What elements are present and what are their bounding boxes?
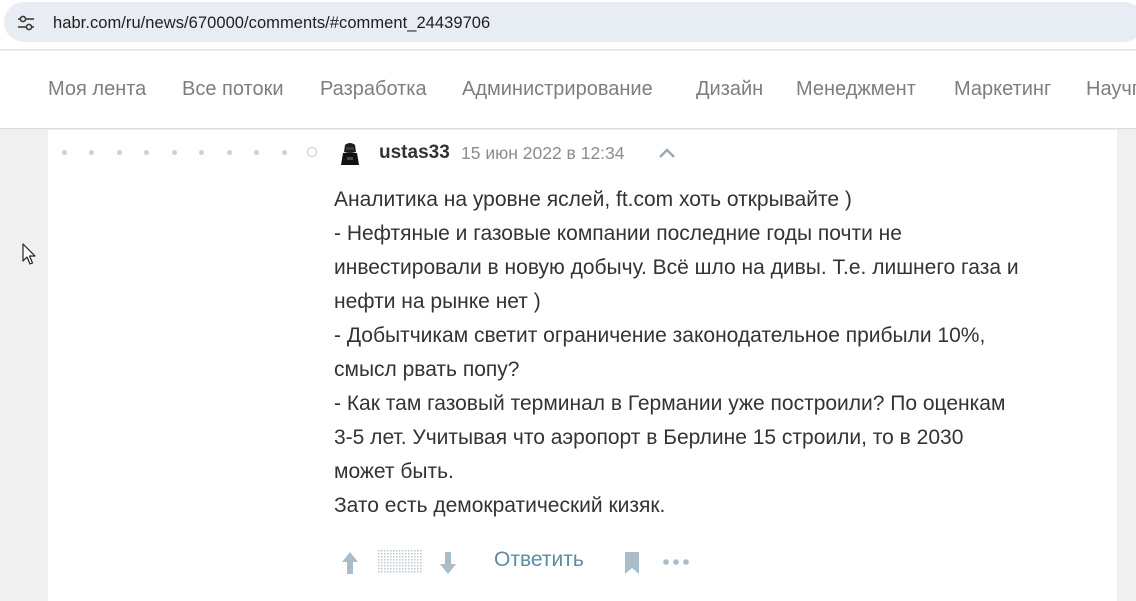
arrow-up-icon[interactable] [340, 550, 360, 576]
comment-line: нефти на рынке нет ) [334, 290, 541, 313]
thread-dot [62, 150, 67, 155]
thread-dot [254, 150, 259, 155]
chevron-up-icon[interactable] [656, 145, 678, 161]
nav-item-development[interactable]: Разработка [320, 78, 427, 101]
rating-placeholder [378, 550, 422, 574]
nav-item-administration[interactable]: Администрирование [462, 78, 653, 101]
nav-item-all-streams[interactable]: Все потоки [182, 78, 284, 101]
comment-author[interactable]: ustas33 [379, 142, 450, 164]
nav-item-design[interactable]: Дизайн [696, 78, 763, 101]
thread-dot [282, 150, 287, 155]
thread-dot [227, 150, 232, 155]
more-dots-icon[interactable] [662, 556, 690, 568]
hub-navigation: Моя лента Все потоки Разработка Админист… [0, 51, 1136, 129]
comment-line: - Как там газовый терминал в Германии уж… [334, 392, 1006, 415]
url-text[interactable]: habr.com/ru/news/670000/comments/#commen… [53, 14, 490, 33]
nav-item-popsci[interactable]: Научпоп [1086, 78, 1136, 101]
comment-text: Аналитика на уровне яслей, ft.com хоть о… [334, 183, 1104, 523]
reply-button[interactable]: Ответить [494, 548, 584, 572]
thread-dot [117, 150, 122, 155]
nav-item-my-feed[interactable]: Моя лента [48, 78, 146, 101]
comment-timestamp[interactable]: 15 июн 2022 в 12:34 [461, 143, 625, 164]
comment-line: смысл рвать попу? [334, 358, 520, 381]
thread-current-ring[interactable] [307, 147, 317, 157]
comment-line: Аналитика на уровне яслей, ft.com хоть о… [334, 188, 852, 211]
bookmark-icon[interactable] [623, 551, 641, 575]
thread-dot [144, 150, 149, 155]
comment-line: может быть. [334, 460, 454, 483]
comment-line: инвестировали в новую добычу. Всё шло на… [334, 256, 1019, 279]
url-field[interactable]: habr.com/ru/news/670000/comments/#commen… [4, 2, 1136, 42]
comment-line: - Нефтяные и газовые компании последние … [334, 222, 902, 245]
tune-icon[interactable] [16, 13, 36, 33]
comment-actions: Ответить [334, 542, 734, 582]
comment-line: 3-5 лет. Учитывая что аэропорт в Берлине… [334, 426, 964, 449]
nav-item-management[interactable]: Менеджмент [796, 78, 916, 101]
thread-dot [199, 150, 204, 155]
thread-dot [89, 150, 94, 155]
thread-dot [172, 150, 177, 155]
browser-address-bar: habr.com/ru/news/670000/comments/#commen… [0, 0, 1136, 50]
arrow-down-icon[interactable] [438, 550, 458, 576]
comment-line: Зато есть демократический кизяк. [334, 494, 666, 517]
avatar-image [333, 136, 367, 170]
comment-line: - Добытчикам светит ограничение законода… [334, 324, 986, 347]
avatar[interactable] [333, 136, 367, 170]
mouse-cursor-icon [22, 243, 36, 265]
nav-item-marketing[interactable]: Маркетинг [954, 78, 1051, 101]
